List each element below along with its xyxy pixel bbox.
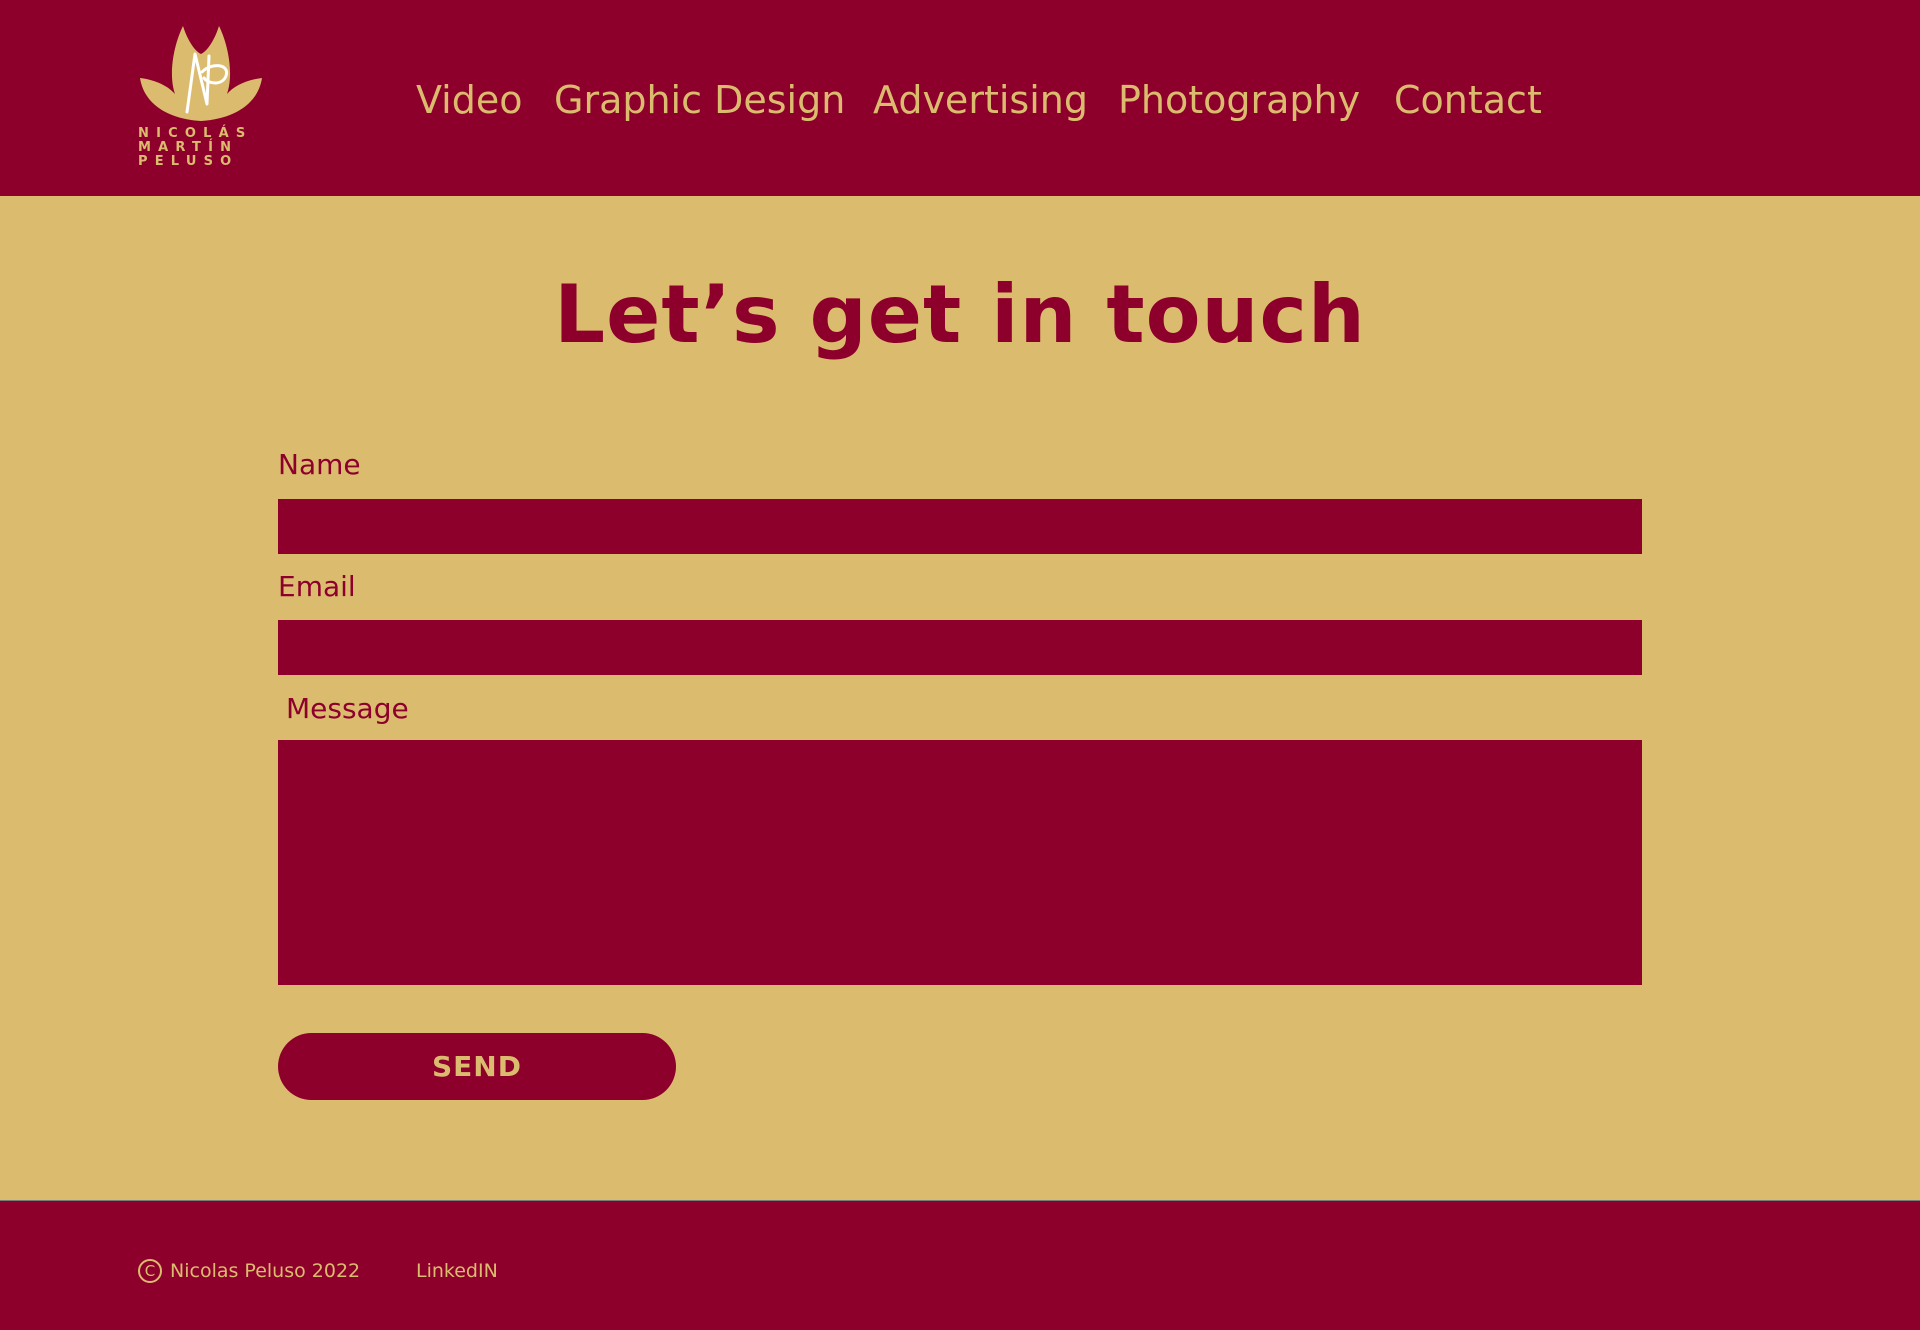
logo-line-first: NICOLÁS	[138, 126, 253, 141]
page-title: Let’s get in touch	[554, 268, 1366, 361]
name-label: Name	[278, 448, 361, 481]
send-button[interactable]: SEND	[278, 1033, 676, 1100]
linkedin-link[interactable]: LinkedIN	[416, 1257, 498, 1285]
email-label: Email	[278, 570, 356, 603]
message-field[interactable]	[278, 740, 1642, 985]
logo-wordmark: NICOLÁS MARTÍN PELUSO	[138, 127, 264, 169]
nav-item-video[interactable]: Video	[416, 74, 522, 126]
name-field[interactable]	[278, 499, 1642, 554]
nav-item-advertising[interactable]: Advertising	[873, 74, 1088, 126]
flower-logo-icon	[140, 26, 262, 121]
logo-line-middle: MARTÍN	[138, 140, 239, 155]
message-label: Message	[286, 692, 409, 725]
site-header: NICOLÁS MARTÍN PELUSO Video Graphic Desi…	[0, 0, 1920, 196]
copyright-icon: C	[138, 1259, 162, 1283]
nav-item-graphic-design[interactable]: Graphic Design	[554, 74, 845, 126]
copyright: C Nicolas Peluso 2022	[138, 1257, 360, 1285]
nav-item-photography[interactable]: Photography	[1118, 74, 1360, 126]
brand-logo[interactable]: NICOLÁS MARTÍN PELUSO	[138, 24, 264, 176]
logo-line-last: PELUSO	[138, 154, 239, 169]
site-footer: C Nicolas Peluso 2022 LinkedIN	[0, 1200, 1920, 1330]
copyright-text: Nicolas Peluso 2022	[170, 1260, 361, 1282]
email-field[interactable]	[278, 620, 1642, 675]
nav-item-contact[interactable]: Contact	[1394, 74, 1542, 126]
